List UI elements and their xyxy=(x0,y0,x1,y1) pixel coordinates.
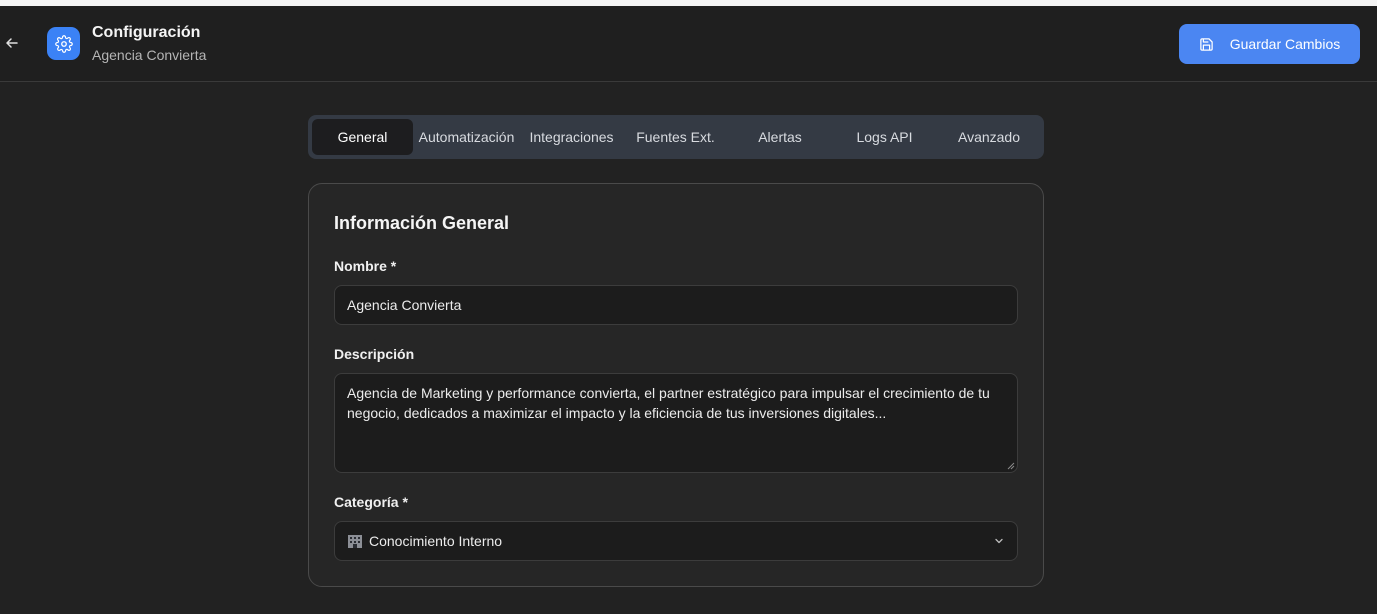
back-button[interactable] xyxy=(2,33,22,53)
general-info-card: Información General Nombre * Agencia Con… xyxy=(308,183,1044,587)
page-subtitle: Agencia Convierta xyxy=(92,47,207,63)
tab-bar: General Automatización Integraciones Fue… xyxy=(308,115,1044,159)
description-text: Agencia de Marketing y performance convi… xyxy=(347,385,990,421)
save-button[interactable]: Guardar Cambios xyxy=(1179,24,1360,64)
tab-integraciones[interactable]: Integraciones xyxy=(520,119,623,155)
category-select-label: Conocimiento Interno xyxy=(369,533,503,549)
tab-alertas[interactable]: Alertas xyxy=(728,119,832,155)
name-input[interactable]: Agencia Convierta xyxy=(334,285,1018,325)
chevron-down-icon xyxy=(995,538,1003,544)
category-select[interactable]: Conocimiento Interno xyxy=(334,521,1018,561)
tab-automatizacion[interactable]: Automatización xyxy=(413,119,520,155)
gear-icon xyxy=(54,34,73,53)
category-select-value: Conocimiento Interno xyxy=(347,533,502,549)
name-label: Nombre * xyxy=(334,258,397,274)
description-label: Descripción xyxy=(334,346,415,362)
section-title: Información General xyxy=(334,213,510,233)
save-icon xyxy=(1200,37,1213,51)
description-textarea[interactable]: Agencia de Marketing y performance convi… xyxy=(334,373,1018,473)
tab-avanzado[interactable]: Avanzado xyxy=(937,119,1041,155)
arrow-left-icon xyxy=(6,38,18,48)
app-icon xyxy=(47,27,80,60)
save-button-label: Guardar Cambios xyxy=(1229,36,1341,52)
tab-logs-api[interactable]: Logs API xyxy=(832,119,937,155)
tab-general[interactable]: General xyxy=(312,119,413,155)
resize-grip-icon[interactable] xyxy=(1007,462,1015,470)
building-icon xyxy=(348,535,362,548)
category-label: Categoría * xyxy=(334,494,408,510)
page-title: Configuración xyxy=(92,24,201,41)
header: Configuración Agencia Convierta Guardar … xyxy=(0,6,1377,82)
tab-fuentes-ext[interactable]: Fuentes Ext. xyxy=(623,119,728,155)
